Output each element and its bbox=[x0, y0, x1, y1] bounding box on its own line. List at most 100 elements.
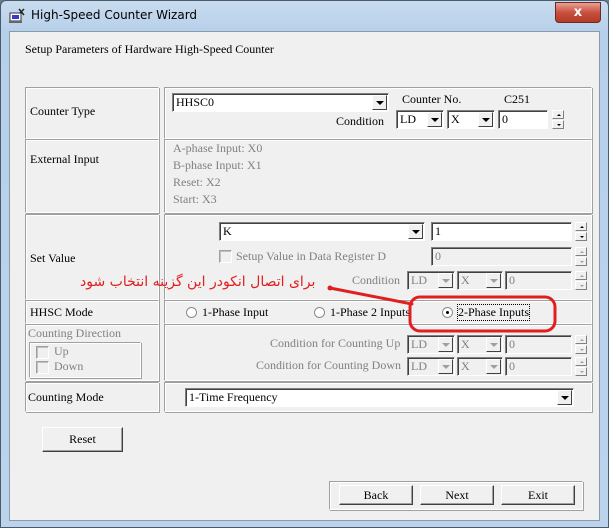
register-checkbox-label: Setup Value in Data Register D bbox=[236, 249, 387, 263]
radio-1-phase-2-inputs[interactable] bbox=[314, 307, 325, 318]
set-value-condition-spinner[interactable] bbox=[575, 271, 587, 290]
counting-direction-cell: Condition for Counting Up LD X 0 Conditi… bbox=[164, 324, 592, 381]
set-value-type-value: K bbox=[223, 224, 232, 238]
up-condition-instr-select[interactable]: LD bbox=[407, 335, 455, 354]
set-value-input[interactable]: 1 bbox=[431, 222, 572, 241]
chevron-down-icon[interactable] bbox=[486, 359, 501, 374]
down-condition-number-input[interactable]: 0 bbox=[505, 357, 572, 376]
up-checkbox-label: Up bbox=[54, 344, 69, 358]
set-value-condition-instr-select[interactable]: LD bbox=[407, 271, 455, 290]
counting-direction-label: Counting Direction bbox=[28, 326, 121, 340]
external-input-line: Reset: X2 bbox=[173, 175, 221, 189]
chevron-down-icon[interactable] bbox=[408, 224, 423, 239]
app-icon bbox=[9, 8, 25, 23]
register-checkbox[interactable] bbox=[219, 250, 232, 263]
counter-type-label-cell: Counter Type bbox=[25, 87, 159, 139]
chevron-down-icon[interactable] bbox=[486, 273, 501, 288]
down-condition-device-select[interactable]: X bbox=[457, 357, 503, 376]
external-input-line: B-phase Input: X1 bbox=[173, 158, 262, 172]
set-value-condition-device: X bbox=[461, 273, 470, 287]
condition-number-input[interactable]: 0 bbox=[498, 110, 548, 129]
set-value-condition-device-select[interactable]: X bbox=[457, 271, 503, 290]
external-input-line: A-phase Input: X0 bbox=[173, 141, 263, 155]
radio-label-1-phase-input[interactable]: 1-Phase Input bbox=[202, 305, 268, 320]
radio-label-2-phase-inputs[interactable]: 2-Phase Inputs bbox=[457, 304, 530, 321]
external-input-label: External Input bbox=[30, 152, 99, 166]
condition-number-spinner[interactable] bbox=[552, 110, 564, 129]
set-value-spinner[interactable] bbox=[575, 222, 587, 241]
down-condition-instr-select[interactable]: LD bbox=[407, 357, 455, 376]
counter-type-select[interactable]: HHSC0 bbox=[172, 93, 389, 112]
counting-direction-group: Up Down bbox=[29, 342, 141, 378]
reset-button[interactable]: Reset bbox=[42, 427, 123, 452]
wizard-body: Setup Parameters of Hardware High-Speed … bbox=[9, 31, 600, 521]
external-input-line: Start: X3 bbox=[173, 192, 217, 206]
register-value: 0 bbox=[435, 249, 441, 263]
down-condition-number: 0 bbox=[509, 359, 515, 373]
chevron-down-icon[interactable] bbox=[478, 112, 493, 127]
radio-label-1-phase-2-inputs[interactable]: 1-Phase 2 Inputs bbox=[330, 305, 410, 320]
chevron-down-icon[interactable] bbox=[438, 359, 453, 374]
down-condition-spinner[interactable] bbox=[575, 357, 587, 376]
chevron-down-icon[interactable] bbox=[557, 390, 572, 405]
chevron-down-icon[interactable] bbox=[372, 95, 387, 110]
next-button[interactable]: Next bbox=[420, 485, 494, 505]
down-condition-instr: LD bbox=[411, 359, 427, 373]
set-value-condition-instr: LD bbox=[411, 273, 427, 287]
counting-mode-select[interactable]: 1-Time Frequency bbox=[185, 388, 574, 407]
page-heading: Setup Parameters of Hardware High-Speed … bbox=[25, 42, 274, 56]
up-condition-instr: LD bbox=[411, 337, 427, 351]
counter-no-value: C251 bbox=[504, 92, 531, 106]
window-title: High-Speed Counter Wizard bbox=[31, 8, 198, 22]
radio-1-phase-input[interactable] bbox=[186, 307, 197, 318]
set-value-condition-label: Condition bbox=[352, 273, 401, 287]
down-condition-label: Condition for Counting Down bbox=[256, 358, 402, 372]
condition-device-value: X bbox=[451, 112, 460, 126]
exit-button[interactable]: Exit bbox=[501, 485, 575, 505]
set-value-condition-number: 0 bbox=[509, 273, 515, 287]
up-condition-spinner[interactable] bbox=[575, 335, 587, 354]
hhsc-mode-label: HHSC Mode bbox=[30, 305, 94, 319]
down-checkbox[interactable] bbox=[36, 361, 49, 374]
counter-type-label: Counter Type bbox=[30, 104, 96, 118]
counter-no-label: Counter No. bbox=[402, 92, 462, 106]
exit-button-label: Exit bbox=[528, 488, 548, 502]
down-checkbox-label: Down bbox=[54, 359, 84, 373]
close-icon: x bbox=[573, 5, 583, 20]
register-value-spinner[interactable] bbox=[575, 247, 587, 266]
up-condition-device: X bbox=[461, 337, 470, 351]
up-condition-device-select[interactable]: X bbox=[457, 335, 503, 354]
counter-type-value: HHSC0 bbox=[176, 95, 215, 109]
up-condition-number-input[interactable]: 0 bbox=[505, 335, 572, 354]
nav-button-group: Back Next Exit bbox=[329, 481, 583, 510]
close-button[interactable]: x bbox=[555, 2, 601, 23]
back-button-label: Back bbox=[363, 488, 389, 502]
up-checkbox[interactable] bbox=[36, 346, 49, 359]
condition-device-select[interactable]: X bbox=[447, 110, 495, 129]
next-button-label: Next bbox=[445, 488, 469, 502]
set-value-type-select[interactable]: K bbox=[219, 222, 425, 241]
title-bar[interactable]: High-Speed Counter Wizard x bbox=[1, 1, 608, 31]
set-value-condition-number-input[interactable]: 0 bbox=[505, 271, 572, 290]
annotation-text: برای اتصال انکودر این گزینه انتخاب شود bbox=[80, 274, 316, 290]
condition-number-value: 0 bbox=[502, 112, 508, 126]
chevron-down-icon[interactable] bbox=[438, 273, 453, 288]
down-condition-device: X bbox=[461, 359, 470, 373]
chevron-down-icon[interactable] bbox=[486, 337, 501, 352]
chevron-down-icon[interactable] bbox=[427, 112, 442, 127]
radio-2-phase-inputs[interactable] bbox=[442, 307, 453, 318]
counter-type-cell: HHSC0 Counter No. C251 Condition LD X 0 bbox=[164, 87, 592, 139]
condition-instr-select[interactable]: LD bbox=[396, 110, 444, 129]
chevron-down-icon[interactable] bbox=[438, 337, 453, 352]
back-button[interactable]: Back bbox=[339, 485, 413, 505]
wizard-window: High-Speed Counter Wizard x Setup Parame… bbox=[0, 0, 609, 528]
set-value-value: 1 bbox=[435, 224, 441, 238]
condition-label: Condition bbox=[336, 114, 385, 128]
hhsc-mode-label-cell: HHSC Mode bbox=[25, 300, 159, 324]
external-input-label-cell: External Input bbox=[25, 139, 159, 213]
register-value-input[interactable]: 0 bbox=[431, 247, 572, 266]
counting-mode-value: 1-Time Frequency bbox=[189, 390, 278, 404]
up-condition-number: 0 bbox=[509, 337, 515, 351]
external-input-cell: A-phase Input: X0 B-phase Input: X1 Rese… bbox=[164, 139, 592, 213]
counting-mode-label: Counting Mode bbox=[28, 390, 104, 404]
